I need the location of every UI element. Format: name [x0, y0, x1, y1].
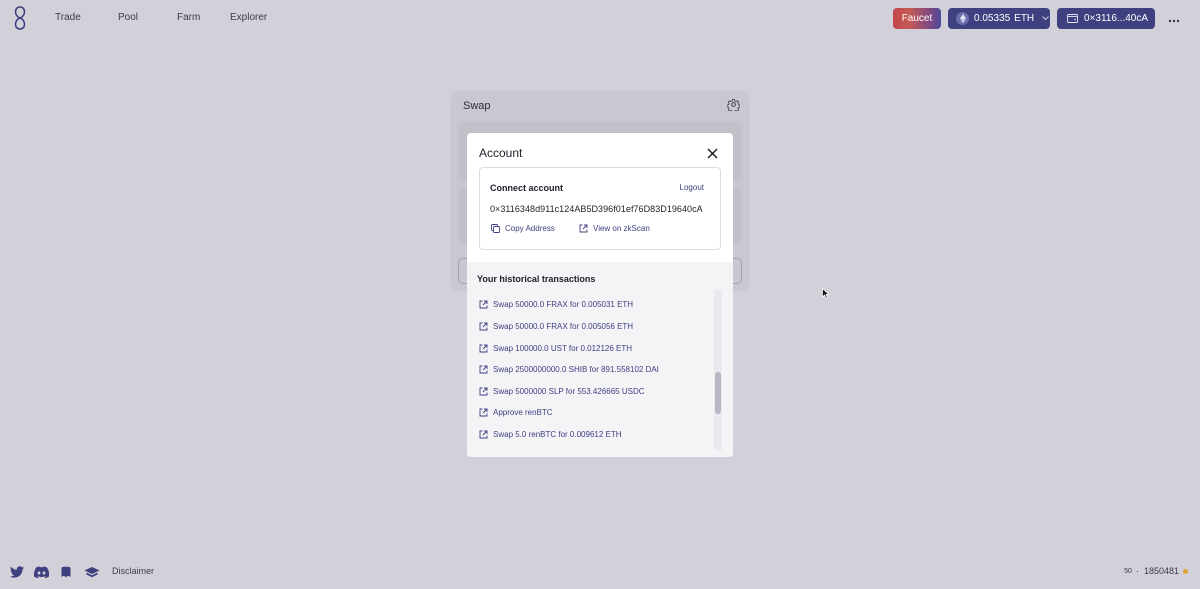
- faucet-button[interactable]: Faucet: [893, 8, 941, 29]
- transaction-item[interactable]: Swap 50000.0 FRAX for 0.005031 ETH: [479, 300, 633, 309]
- external-link-icon: [479, 387, 488, 396]
- block-number: 1850481: [1143, 566, 1179, 576]
- transaction-label: Swap 5.0 renBTC for 0.009612 ETH: [493, 430, 622, 439]
- transaction-item[interactable]: Swap 5.0 renBTC for 0.009612 ETH: [479, 430, 622, 439]
- block-status: 50 · 1850481: [1124, 566, 1188, 576]
- eth-balance-button[interactable]: 0.05335 ETH: [948, 8, 1050, 29]
- logout-link[interactable]: Logout: [680, 183, 704, 192]
- transaction-label: Swap 2500000000.0 SHIB for 891.558102 DA…: [493, 365, 659, 374]
- wallet-button[interactable]: 0×3116...40cA: [1057, 8, 1155, 29]
- external-link-icon: [479, 344, 488, 353]
- nav-farm[interactable]: Farm: [177, 12, 200, 23]
- account-info-box: Connect account Logout 0×3116348d911c124…: [479, 167, 721, 250]
- swap-title: Swap: [463, 100, 491, 112]
- transaction-label: Approve renBTC: [493, 408, 553, 417]
- copy-address-button[interactable]: Copy Address: [491, 224, 555, 233]
- copy-icon: [491, 224, 500, 233]
- transaction-history-section: Your historical transactions Swap 50000.…: [467, 262, 733, 457]
- docs-icon[interactable]: [84, 565, 100, 583]
- wallet-address-short: 0×3116...40cA: [1084, 13, 1149, 24]
- twitter-icon[interactable]: [10, 565, 24, 583]
- settings-gear-icon[interactable]: [726, 98, 741, 116]
- modal-title: Account: [479, 146, 523, 160]
- history-title: Your historical transactions: [477, 274, 596, 284]
- transaction-item[interactable]: Approve renBTC: [479, 408, 553, 417]
- chevron-down-icon: [1042, 14, 1050, 23]
- logo-icon[interactable]: [11, 6, 29, 30]
- eth-balance-unit: ETH: [1014, 13, 1035, 24]
- external-link-icon: [479, 430, 488, 439]
- transaction-item[interactable]: Swap 2500000000.0 SHIB for 891.558102 DA…: [479, 365, 659, 374]
- transaction-label: Swap 5000000 SLP for 553.426665 USDC: [493, 387, 645, 396]
- more-options-icon[interactable]: [1168, 10, 1180, 26]
- account-address: 0×3116348d911c124AB5D396f01ef76D83D19640…: [490, 204, 703, 214]
- transaction-label: Swap 100000.0 UST for 0.012126 ETH: [493, 344, 633, 353]
- nav-explorer[interactable]: Explorer: [230, 12, 267, 23]
- ethereum-icon: [956, 12, 969, 25]
- status-indicator: [1183, 568, 1188, 574]
- account-modal: Account Connect account Logout 0×3116348…: [467, 133, 733, 457]
- transaction-item[interactable]: Swap 5000000 SLP for 553.426665 USDC: [479, 387, 645, 396]
- scrollbar[interactable]: [714, 290, 722, 450]
- close-icon[interactable]: [707, 146, 718, 164]
- external-link-icon: [579, 224, 588, 233]
- top-bar: Trade Pool Farm Explorer Faucet 0.05335 …: [0, 0, 1200, 38]
- discord-icon[interactable]: [33, 565, 50, 583]
- transaction-list: Swap 50000.0 FRAX for 0.005031 ETH Swap …: [467, 292, 733, 452]
- community-icon[interactable]: [60, 565, 72, 583]
- eth-balance-value: 0.05335: [974, 13, 1011, 24]
- scrollbar-thumb[interactable]: [715, 372, 721, 414]
- footer-separator: ·: [1135, 566, 1139, 576]
- transaction-label: Swap 50000.0 FRAX for 0.005031 ETH: [493, 300, 634, 309]
- mouse-cursor-icon: [822, 288, 830, 299]
- transaction-item[interactable]: Swap 50000.0 FRAX for 0.005056 ETH: [479, 322, 633, 331]
- disclaimer-link[interactable]: Disclaimer: [112, 566, 154, 576]
- view-zkscan-label: View on zkScan: [593, 224, 650, 233]
- view-zkscan-link[interactable]: View on zkScan: [579, 224, 650, 233]
- external-link-icon: [479, 322, 488, 331]
- external-link-icon: [479, 365, 488, 374]
- connect-account-label: Connect account: [490, 183, 564, 193]
- wallet-icon: [1067, 14, 1078, 23]
- nav-pool[interactable]: Pool: [118, 12, 138, 23]
- transaction-item[interactable]: Swap 100000.0 UST for 0.012126 ETH: [479, 344, 632, 353]
- nav-trade[interactable]: Trade: [55, 12, 81, 23]
- footer-left-number: 50: [1124, 567, 1132, 575]
- transaction-label: Swap 50000.0 FRAX for 0.005056 ETH: [493, 322, 634, 331]
- copy-address-label: Copy Address: [505, 224, 555, 233]
- external-link-icon: [479, 408, 488, 417]
- external-link-icon: [479, 300, 488, 309]
